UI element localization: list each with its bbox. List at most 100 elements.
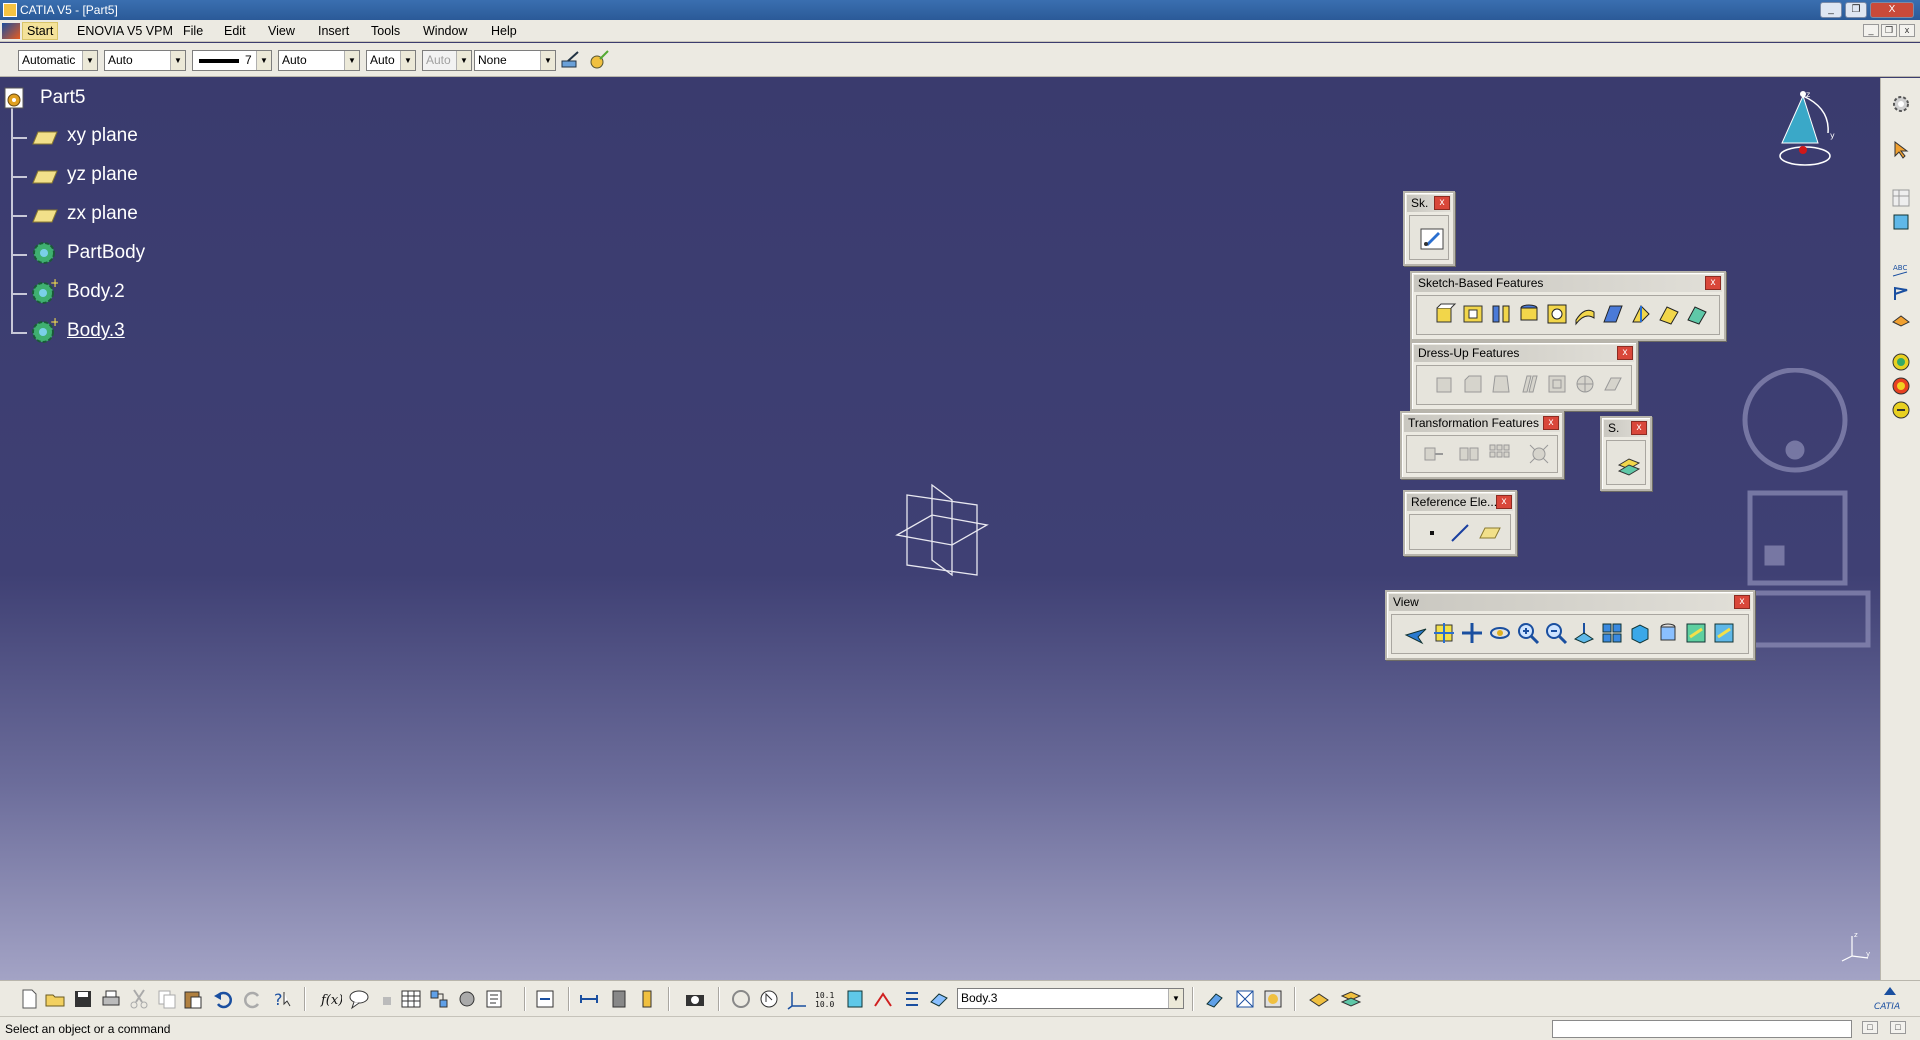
whats-this-icon[interactable]: ? [272, 988, 294, 1010]
paste-icon[interactable] [182, 988, 204, 1010]
list-icon[interactable] [900, 988, 922, 1010]
box-icon[interactable] [1891, 212, 1911, 232]
close-icon[interactable]: x [1617, 346, 1633, 360]
stiffener-icon[interactable] [1629, 302, 1653, 326]
pan-icon[interactable] [1460, 621, 1484, 645]
point-symbol-combo[interactable]: Auto ▼ [366, 50, 416, 71]
rectangular-pattern-icon[interactable] [1487, 442, 1511, 466]
scaling-icon[interactable] [1527, 442, 1551, 466]
multi-view-icon[interactable] [1600, 621, 1624, 645]
menu-edit[interactable]: Edit [224, 24, 246, 38]
pocket-icon[interactable] [1461, 302, 1485, 326]
mdi-minimize-button[interactable]: _ [1863, 24, 1879, 37]
menu-tools[interactable]: Tools [371, 24, 400, 38]
surface-based-features-toolbar[interactable]: S. x [1600, 416, 1652, 491]
view-toolbar[interactable]: View x [1385, 590, 1755, 660]
measure-inertia-icon[interactable] [636, 988, 658, 1010]
layers-icon[interactable] [1340, 988, 1362, 1010]
catia-app-icon[interactable] [3, 3, 17, 17]
mdi-restore-button[interactable]: ❐ [1881, 24, 1897, 37]
measure-item-icon[interactable] [608, 988, 630, 1010]
save-icon[interactable] [72, 988, 94, 1010]
capture-camera-icon[interactable] [684, 988, 706, 1010]
format-painter-icon[interactable] [560, 49, 582, 71]
mirror-icon[interactable] [1457, 442, 1481, 466]
part-gear-icon[interactable] [2, 84, 30, 112]
reference-elements-toolbar[interactable]: Reference Ele... x [1403, 490, 1517, 556]
remove-face-icon[interactable] [1601, 372, 1625, 396]
partbody-gear-icon[interactable] [30, 239, 58, 267]
plane-icon[interactable] [32, 131, 58, 145]
close-icon[interactable]: x [1705, 276, 1721, 290]
cut-icon[interactable] [128, 988, 150, 1010]
fit-all-in-icon[interactable] [1432, 621, 1456, 645]
design-table-icon[interactable] [400, 988, 422, 1010]
close-icon[interactable]: x [1496, 495, 1512, 509]
minimize-button[interactable]: _ [1820, 2, 1842, 18]
tree-node-xy-plane[interactable]: xy plane [67, 125, 138, 147]
tree-node-body-2[interactable]: Body.2 [67, 281, 125, 303]
thread-icon[interactable] [1573, 372, 1597, 396]
work-on-support-icon[interactable] [844, 988, 866, 1010]
measure-between-icon[interactable] [578, 988, 600, 1010]
catalog-icon[interactable] [428, 988, 450, 1010]
normal-view-icon[interactable] [1572, 621, 1596, 645]
multi-section-solid-icon[interactable] [1657, 302, 1681, 326]
law-icon[interactable] [456, 988, 478, 1010]
workbench-gear-icon[interactable] [1891, 94, 1911, 114]
hide-show-icon[interactable] [1684, 621, 1708, 645]
comment-icon[interactable] [348, 988, 370, 1010]
scan-icon[interactable] [534, 988, 556, 1010]
line-icon[interactable] [1448, 521, 1472, 545]
power-input-field[interactable] [1552, 1020, 1852, 1038]
toolbar-title[interactable]: Transformation Features [1404, 415, 1560, 432]
menu-window[interactable]: Window [423, 24, 467, 38]
select-arrow-icon[interactable] [1891, 140, 1911, 160]
undo-icon[interactable] [212, 988, 234, 1010]
knowledge-icon[interactable] [1891, 352, 1911, 372]
layer-combo[interactable]: None ▼ [474, 50, 556, 71]
zoom-in-icon[interactable] [1516, 621, 1540, 645]
sketcher-toolbar[interactable]: Sk. x [1403, 191, 1455, 266]
compass-icon[interactable]: z y [1770, 88, 1840, 178]
analysis-icon[interactable] [1891, 400, 1911, 420]
tree-node-zx-plane[interactable]: zx plane [67, 203, 138, 225]
close-icon[interactable]: x [1434, 196, 1450, 210]
plane-icon[interactable] [32, 209, 58, 223]
origin-planes-wireframe[interactable] [892, 480, 992, 580]
print-icon[interactable] [100, 988, 122, 1010]
toolbar-title[interactable]: Sketch-Based Features [1414, 275, 1722, 292]
close-icon[interactable]: x [1543, 416, 1559, 430]
pad-icon[interactable] [1433, 302, 1457, 326]
menu-help[interactable]: Help [491, 24, 517, 38]
lock-icon[interactable] [376, 988, 398, 1010]
point-icon[interactable] [1420, 521, 1444, 545]
thickness-icon[interactable] [1545, 372, 1569, 396]
catia-logo-icon[interactable] [2, 23, 20, 39]
flag-note-icon[interactable] [1891, 284, 1911, 304]
text-annotation-icon[interactable]: ABC [1891, 260, 1911, 280]
mdi-close-button[interactable]: x [1899, 24, 1915, 37]
3d-viewport[interactable]: Part5 xy plane yz plane zx plane PartBod… [0, 78, 1880, 980]
chamfer-icon[interactable] [1461, 372, 1485, 396]
line-type-combo[interactable]: Auto ▼ [278, 50, 360, 71]
render-icon[interactable] [1262, 988, 1284, 1010]
close-icon[interactable]: x [1734, 595, 1750, 609]
status-icon[interactable]: □ [1890, 1021, 1906, 1034]
groove-icon[interactable] [1517, 302, 1541, 326]
sketcher-grid-icon[interactable] [1234, 988, 1256, 1010]
menu-file[interactable]: File [183, 24, 203, 38]
new-file-icon[interactable] [18, 988, 40, 1010]
axis-system-icon[interactable] [786, 988, 808, 1010]
body-gear-icon[interactable]: + [30, 317, 58, 345]
redo-icon[interactable] [242, 988, 264, 1010]
edge-fillet-icon[interactable] [1433, 372, 1457, 396]
sketch-icon[interactable] [1418, 224, 1448, 254]
table-icon[interactable] [1891, 188, 1911, 208]
transformation-features-toolbar[interactable]: Transformation Features x [1400, 411, 1564, 479]
shell-icon[interactable] [1517, 372, 1541, 396]
hole-icon[interactable] [1545, 302, 1569, 326]
isometric-view-icon[interactable] [1628, 621, 1652, 645]
status-icon[interactable]: □ [1862, 1021, 1878, 1034]
fly-mode-icon[interactable] [1404, 621, 1428, 645]
